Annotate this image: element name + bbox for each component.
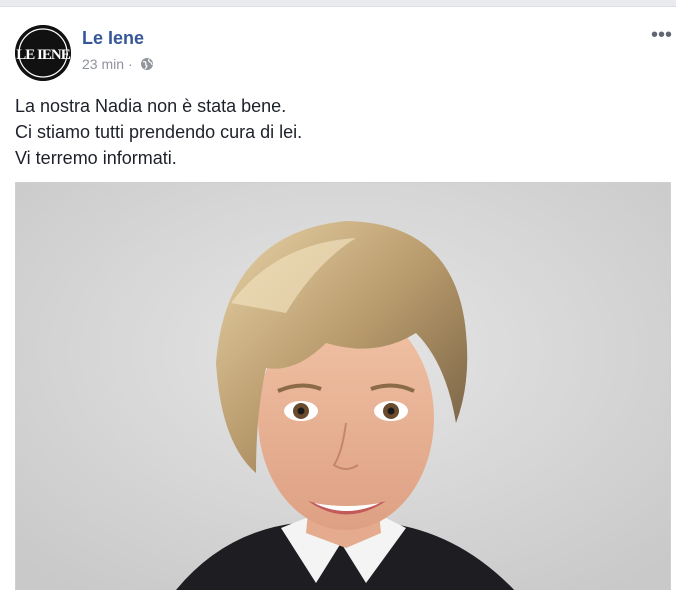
logo-text: LE IENE: [16, 47, 70, 63]
post-text-line: Ci stiamo tutti prendendo cura di lei.: [15, 122, 303, 142]
page-avatar[interactable]: LE IENE: [15, 25, 71, 81]
post-text-line: Vi terremo informati.: [15, 148, 177, 168]
post-meta: 23 min ·: [82, 56, 154, 72]
post-timestamp[interactable]: 23 min: [82, 56, 124, 72]
globe-icon[interactable]: [140, 57, 154, 71]
post-text: La nostra Nadia non è stata bene. Ci sti…: [15, 93, 655, 171]
more-options-icon[interactable]: •••: [651, 25, 672, 45]
post-photo[interactable]: [15, 182, 671, 590]
post-text-line: La nostra Nadia non è stata bene.: [15, 96, 287, 116]
meta-separator: ·: [128, 56, 133, 72]
le-iene-logo: LE IENE: [15, 25, 71, 81]
page-name-link[interactable]: Le Iene: [82, 28, 144, 49]
facebook-post: LE IENE Le Iene 23 min · ••• La nostra N…: [0, 6, 676, 590]
portrait-image: [16, 183, 670, 590]
